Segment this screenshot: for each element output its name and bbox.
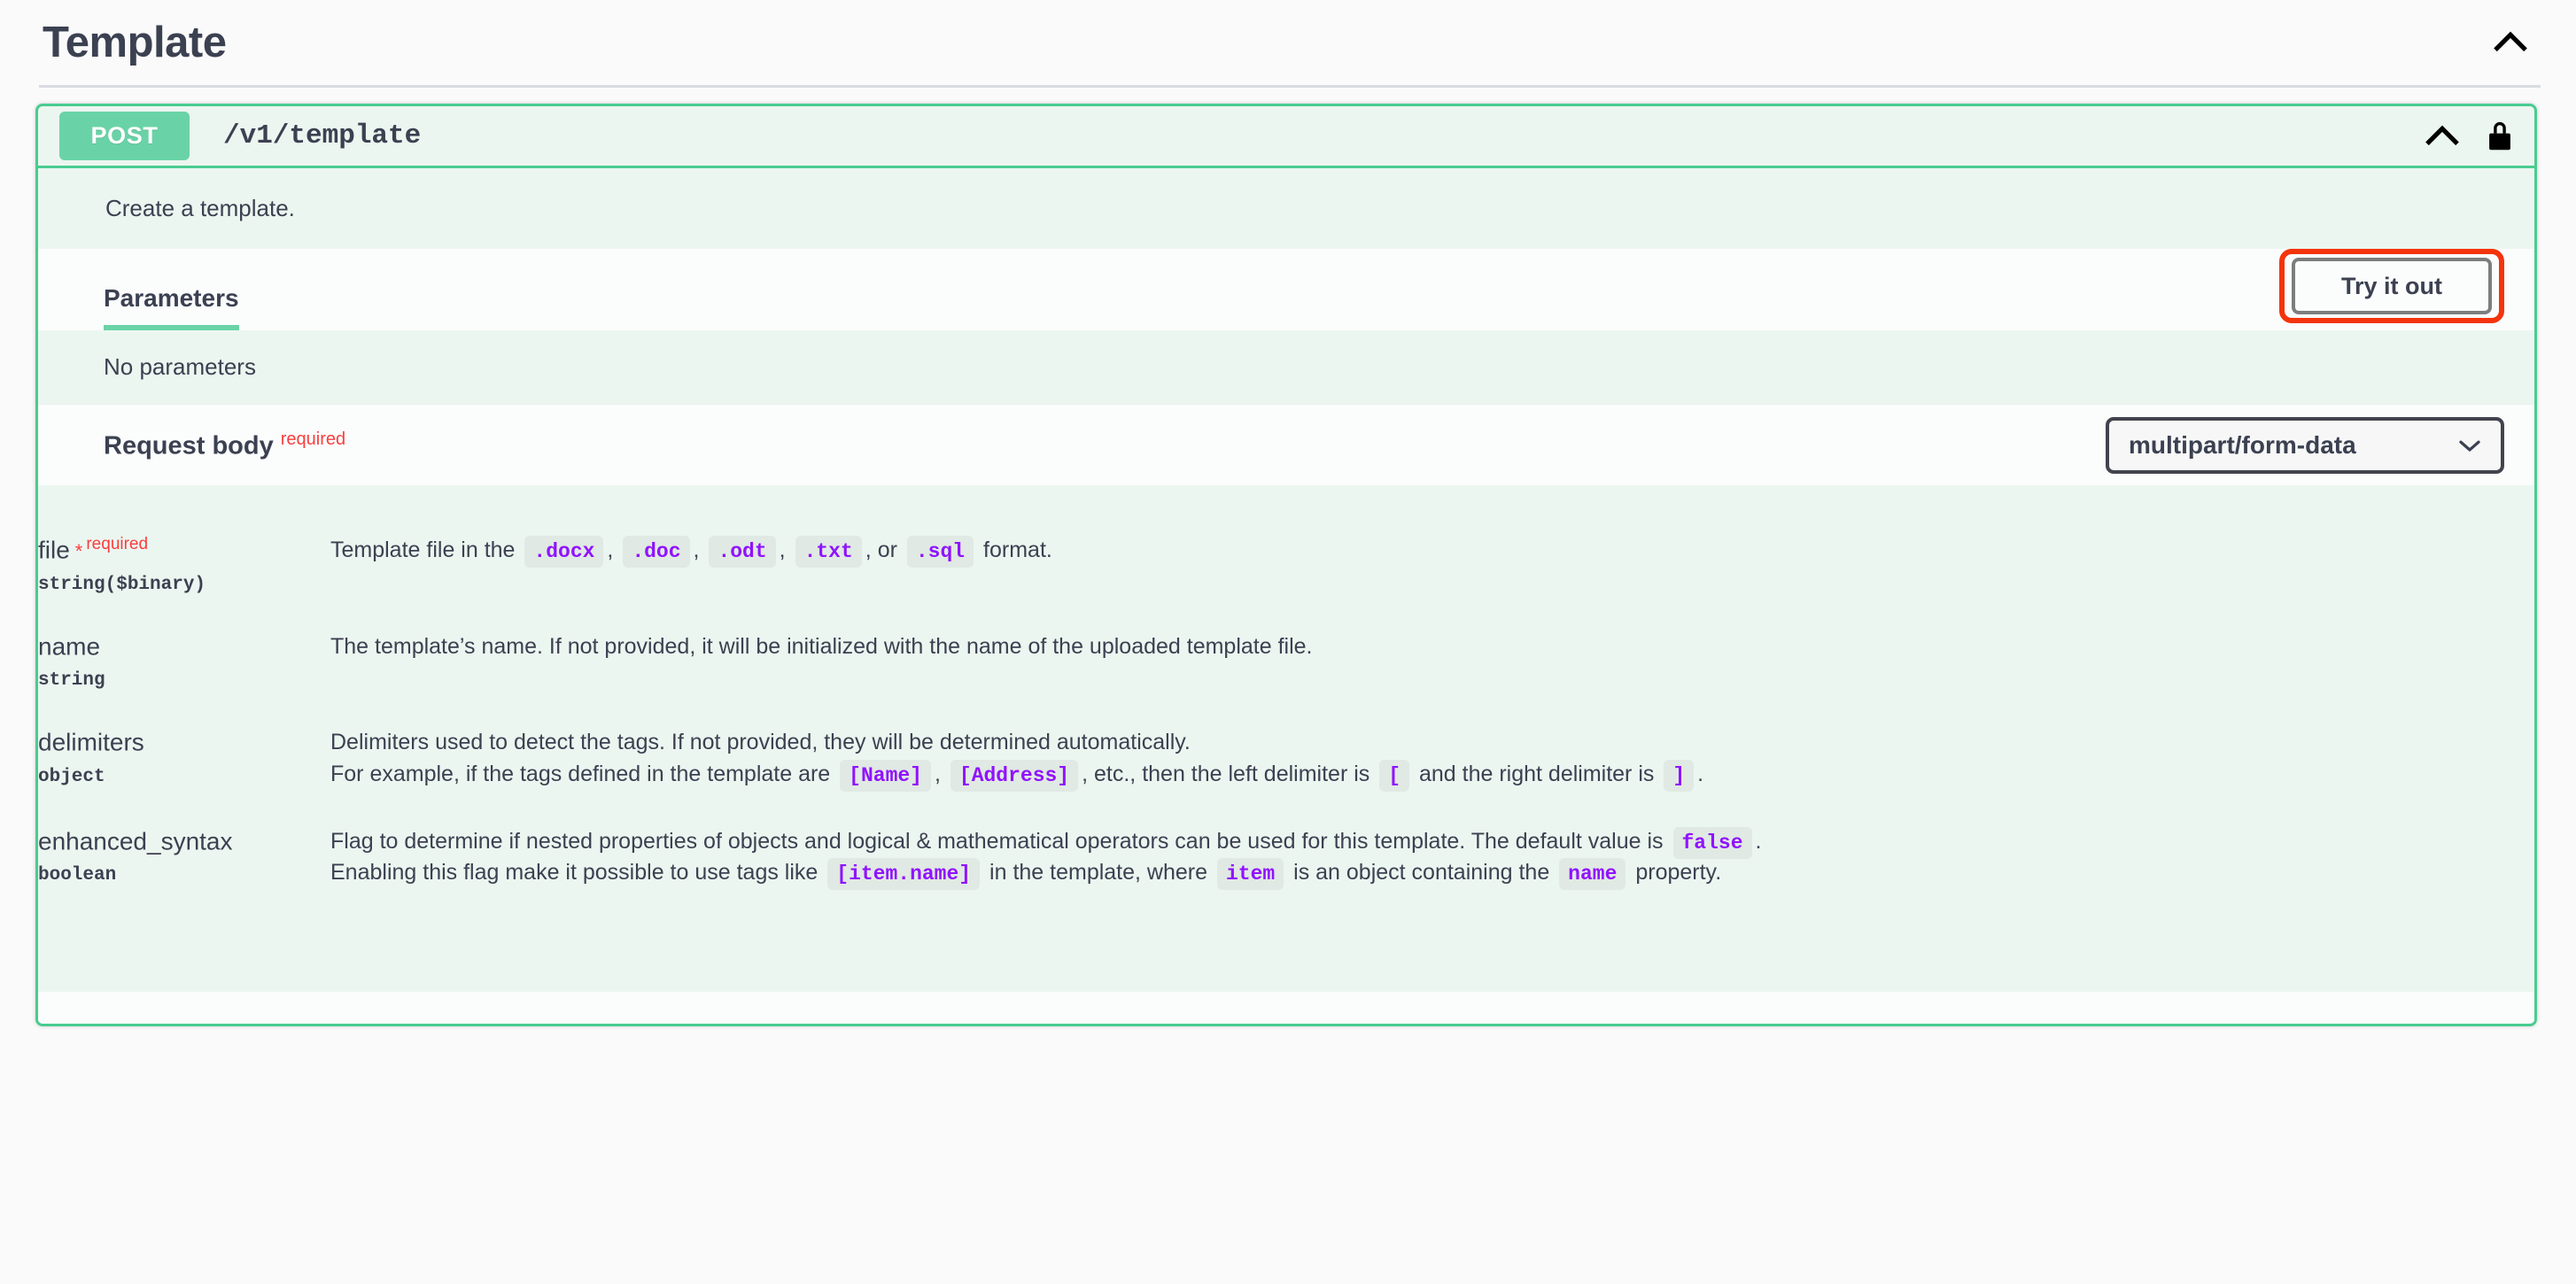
description-line: Flag to determine if nested properties o…: [330, 826, 2534, 859]
param-description: The template’s name. If not provided, it…: [330, 631, 2534, 663]
operation-path: /v1/template: [223, 120, 422, 151]
description-line: Delimiters used to detect the tags. If n…: [330, 730, 1191, 755]
request-body-strip: Request body required multipart/form-data: [38, 404, 2534, 485]
param-required-text: required: [86, 535, 149, 553]
tag-header[interactable]: Template: [0, 0, 2576, 85]
param-name-cell: enhanced_syntax boolean: [38, 808, 330, 907]
param-description: Flag to determine if nested properties o…: [330, 826, 2534, 891]
param-name: file * required: [38, 535, 330, 565]
tab-parameters[interactable]: Parameters: [104, 284, 239, 330]
inline-code: ]: [1664, 759, 1695, 792]
param-description-cell: Template file in the .docx, .doc, .odt, …: [330, 517, 2534, 614]
try-it-out-highlight: Try it out: [2279, 248, 2504, 323]
inline-code: [Address]: [950, 759, 1079, 792]
param-name: name: [38, 631, 330, 661]
operation-summary-controls: [2419, 113, 2515, 159]
try-it-out-button[interactable]: Try it out: [2292, 257, 2492, 314]
inline-code: .odt: [709, 536, 776, 568]
chevron-down-icon: [2456, 437, 2483, 454]
param-type: boolean: [38, 865, 117, 886]
inline-code: name: [1559, 858, 1626, 891]
operation-block-post-template: POST /v1/template Create a template. Par…: [35, 104, 2537, 1026]
parameters-table: file * required string($binary) Template f…: [38, 517, 2534, 907]
content-type-value: multipart/form-data: [2129, 430, 2356, 459]
swagger-ui-page: Template POST /v1/template Create a temp…: [0, 0, 2576, 1284]
table-row: file * required string($binary) Template f…: [38, 517, 2534, 614]
inline-code: [Name]: [840, 759, 931, 792]
description-line: Enabling this flag make it possible to u…: [330, 857, 2534, 891]
chevron-up-icon[interactable]: [2487, 19, 2533, 66]
param-required-star: *: [74, 540, 83, 563]
param-type: object: [38, 766, 105, 787]
param-name-cell: file * required string($binary): [38, 517, 330, 614]
param-name-text: name: [38, 632, 101, 661]
table-row: delimiters object Delimiters used to det…: [38, 709, 2534, 808]
param-name: delimiters: [38, 727, 330, 757]
description-line: Template file in the .docx, .doc, .odt, …: [330, 535, 2534, 568]
request-body-parameters: file * required string($binary) Template f…: [38, 485, 2534, 992]
parameters-strip: Parameters Try it out: [38, 248, 2534, 330]
inline-code: .docx: [524, 536, 604, 568]
request-body-title: Request body: [104, 431, 274, 460]
param-name-text: enhanced_syntax: [38, 826, 233, 855]
inline-code: [item.name]: [827, 858, 981, 891]
table-row: name string The template’s name. If not …: [38, 614, 2534, 710]
param-description-cell: The template’s name. If not provided, it…: [330, 614, 2534, 710]
table-row: enhanced_syntax boolean Flag to determin…: [38, 808, 2534, 907]
param-description-cell: Flag to determine if nested properties o…: [330, 808, 2534, 907]
param-description: Delimiters used to detect the tags. If n…: [330, 727, 2534, 792]
inline-code: .txt: [795, 536, 862, 568]
operation-description: Create a template.: [38, 168, 2534, 249]
param-description: Template file in the .docx, .doc, .odt, …: [330, 535, 2534, 568]
inline-code: .sql: [906, 536, 974, 568]
chevron-up-icon[interactable]: [2419, 113, 2465, 159]
operation-footer: [38, 991, 2534, 1024]
param-description-cell: Delimiters used to detect the tags. If n…: [330, 709, 2534, 808]
description-line: For example, if the tags defined in the …: [330, 759, 2534, 792]
param-name-text: delimiters: [38, 728, 144, 756]
inline-code: false: [1672, 826, 1752, 859]
param-name: enhanced_syntax: [38, 826, 330, 856]
inline-code: .doc: [623, 536, 690, 568]
http-method-badge: POST: [59, 112, 190, 160]
page-title: Template: [43, 18, 227, 66]
inline-code: item: [1216, 858, 1284, 891]
param-name-text: file: [38, 536, 70, 564]
description-line: The template’s name. If not provided, it…: [330, 633, 1313, 659]
param-type: string($binary): [38, 574, 206, 595]
param-name-cell: name string: [38, 614, 330, 710]
no-parameters-text: No parameters: [38, 330, 2534, 404]
request-body-required-flag: required: [280, 429, 346, 449]
inline-code: [: [1379, 759, 1410, 792]
lock-icon[interactable]: [2485, 118, 2515, 155]
operation-summary[interactable]: POST /v1/template: [38, 106, 2534, 168]
request-body-label: Request body required: [104, 429, 345, 461]
table-tail-spacer: [38, 906, 2534, 992]
content-type-select[interactable]: multipart/form-data: [2106, 416, 2504, 474]
param-name-cell: delimiters object: [38, 709, 330, 808]
param-type: string: [38, 670, 105, 692]
tag-divider: [39, 85, 2541, 88]
parameters-table-body: file * required string($binary) Template f…: [38, 517, 2534, 907]
